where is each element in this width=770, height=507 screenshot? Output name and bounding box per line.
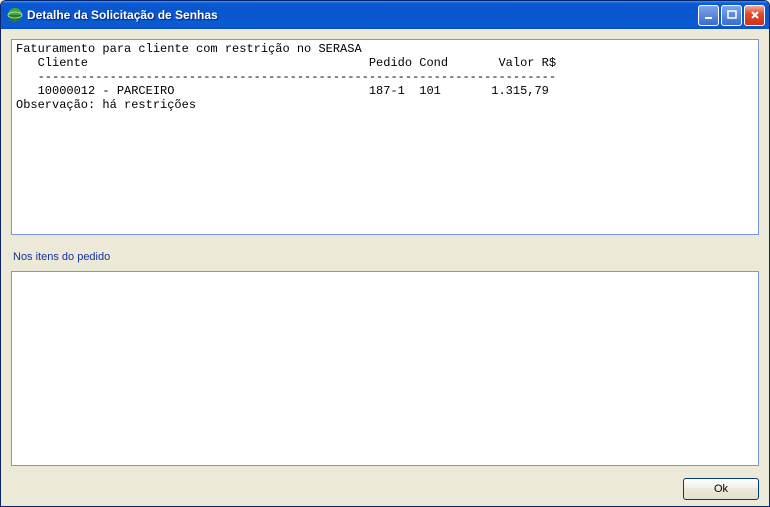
row-line: 10000012 - PARCEIRO 187-1 101 1.315,79 [16,84,549,98]
columns-line: Cliente Pedido Cond Valor R$ [16,56,556,70]
header-line: Faturamento para cliente com restrição n… [16,42,362,56]
window-frame: Detalhe da Solicitação de Senhas Faturam… [0,0,770,507]
minimize-button[interactable] [698,5,719,26]
ok-button[interactable]: Ok [683,478,759,500]
divider-line: ----------------------------------------… [16,70,556,84]
close-button[interactable] [744,5,765,26]
client-area: Faturamento para cliente com restrição n… [1,29,769,506]
detail-panel: Faturamento para cliente com restrição n… [11,39,759,235]
items-panel [11,271,759,466]
footer: Ok [11,472,759,500]
maximize-button[interactable] [721,5,742,26]
window-controls [698,5,765,26]
window-title: Detalhe da Solicitação de Senhas [27,8,698,22]
app-icon [7,7,23,23]
detail-text-block: Faturamento para cliente com restrição n… [12,40,758,114]
observation-line: Observação: há restrições [16,98,196,112]
titlebar[interactable]: Detalhe da Solicitação de Senhas [1,1,769,29]
section-label: Nos itens do pedido [11,249,759,265]
